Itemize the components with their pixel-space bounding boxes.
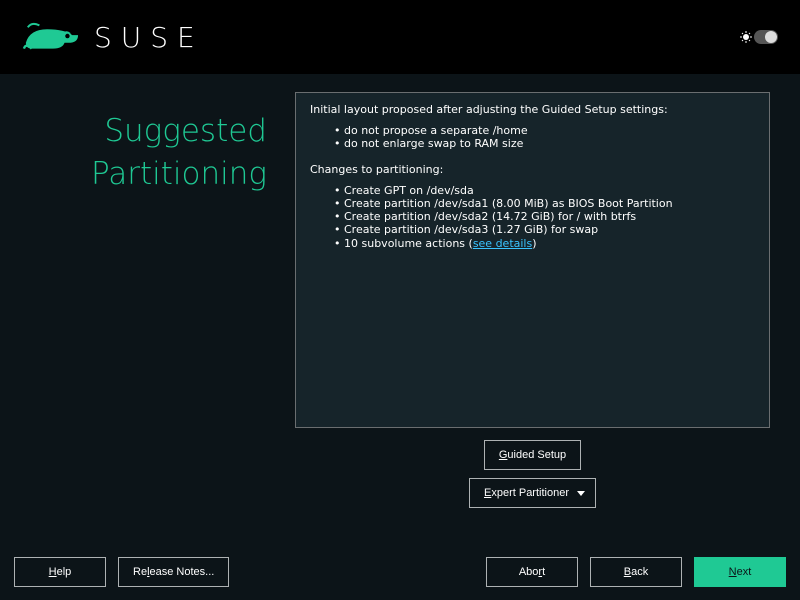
list-item: Create partition /dev/sda1 (8.00 MiB) as… [344, 197, 755, 210]
page-title: Suggested Partitioning [0, 110, 267, 197]
expert-partitioner-button[interactable]: Expert Partitioner [469, 478, 596, 508]
page-title-sidebar: Suggested Partitioning [0, 74, 295, 544]
summary-intro: Initial layout proposed after adjusting … [310, 103, 755, 116]
sun-icon [740, 31, 752, 43]
brand-logo: SUSE [22, 19, 204, 55]
brand-name: SUSE [94, 21, 204, 54]
back-button[interactable]: Back [590, 557, 682, 587]
theme-toggle[interactable] [754, 30, 778, 44]
next-button[interactable]: Next [694, 557, 786, 587]
settings-list: do not propose a separate /home do not e… [344, 124, 755, 150]
changes-list: Create GPT on /dev/sda Create partition … [344, 184, 755, 250]
help-button[interactable]: Help [14, 557, 106, 587]
wizard-footer: Help Release Notes... Abort Back Next [0, 544, 800, 600]
abort-button[interactable]: Abort [486, 557, 578, 587]
chevron-down-icon [577, 491, 585, 496]
list-item: 10 subvolume actions (see details) [344, 237, 755, 250]
top-bar: SUSE [0, 0, 800, 74]
guided-setup-button[interactable]: Guided Setup [484, 440, 581, 470]
list-item: do not enlarge swap to RAM size [344, 137, 755, 150]
partitioning-summary-panel: Initial layout proposed after adjusting … [295, 92, 770, 428]
list-item: Create partition /dev/sda2 (14.72 GiB) f… [344, 210, 755, 223]
list-item: Create partition /dev/sda3 (1.27 GiB) fo… [344, 223, 755, 236]
list-item: Create GPT on /dev/sda [344, 184, 755, 197]
release-notes-button[interactable]: Release Notes... [118, 557, 229, 587]
chameleon-icon [22, 19, 80, 55]
list-item: do not propose a separate /home [344, 124, 755, 137]
see-details-link[interactable]: see details [473, 237, 532, 250]
changes-label: Changes to partitioning: [310, 163, 755, 176]
